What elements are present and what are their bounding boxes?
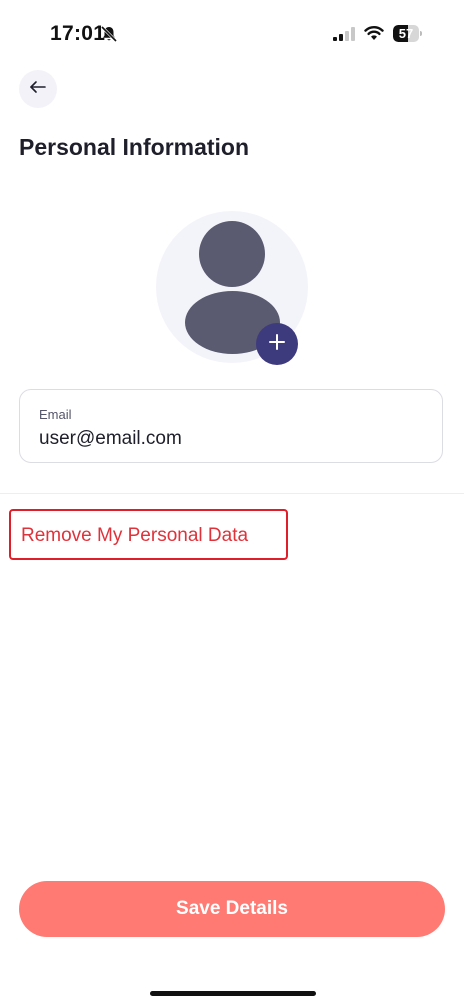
battery-level: 57 [398, 26, 414, 41]
remove-personal-data-link[interactable]: Remove My Personal Data [21, 525, 248, 547]
status-bar: 17:01 57 [0, 0, 464, 70]
email-field[interactable]: Email user@email.com [19, 389, 443, 463]
divider [0, 493, 464, 494]
arrow-left-icon [29, 80, 47, 99]
save-details-button[interactable]: Save Details [19, 881, 445, 937]
page-title: Personal Information [19, 134, 250, 160]
back-button[interactable] [19, 70, 57, 108]
remove-data-highlight: Remove My Personal Data [9, 509, 288, 560]
avatar-head [199, 221, 265, 287]
signal-icon [333, 27, 355, 46]
plus-icon [268, 333, 286, 356]
battery-icon: 57 [393, 25, 423, 42]
home-indicator [150, 991, 316, 996]
status-time: 17:01 [50, 22, 106, 45]
email-input[interactable]: user@email.com [39, 428, 182, 450]
battery-cap [420, 31, 422, 36]
email-label: Email [39, 407, 72, 422]
battery-body: 57 [393, 25, 419, 42]
bell-slash-icon [100, 25, 118, 43]
wifi-icon [364, 25, 384, 46]
avatar[interactable] [156, 211, 308, 365]
add-photo-button[interactable] [256, 323, 298, 365]
